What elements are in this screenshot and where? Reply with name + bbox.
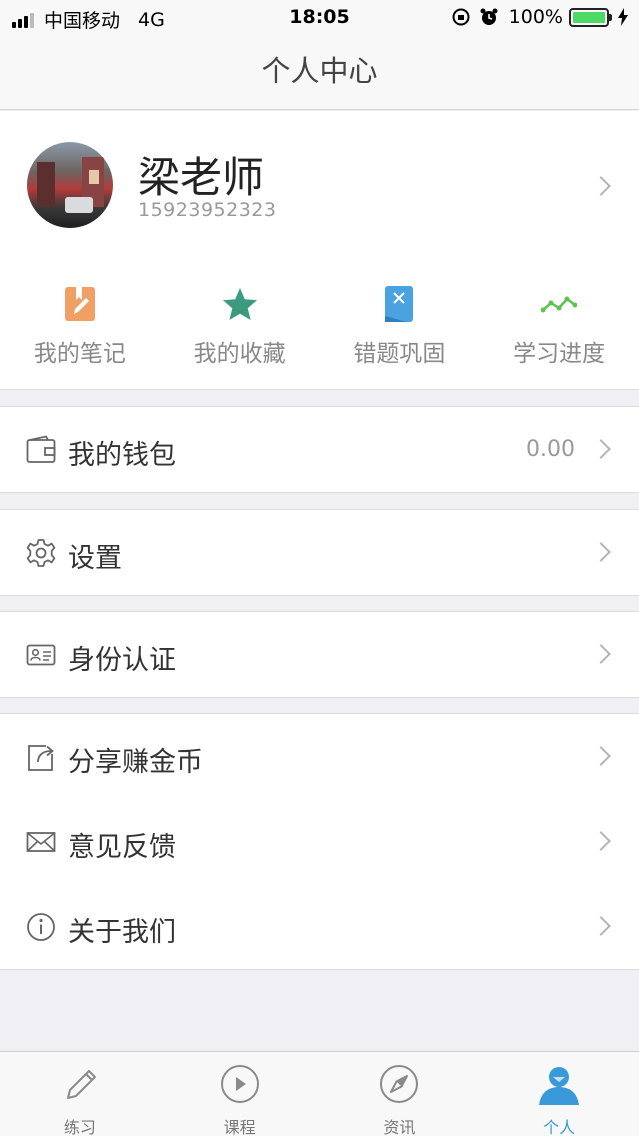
person-icon [539,1067,580,1105]
menu-item-about[interactable]: 关于我们 [0,884,639,969]
menu-label: 身份认证 [68,645,176,676]
menu-item-wallet[interactable]: 我的钱包 0.00 [0,407,639,492]
shortcut-label: 我的笔记 [33,341,126,367]
chevron-right-icon [591,644,611,664]
chevron-right-icon [591,746,611,766]
battery-percent: 100% [508,6,563,28]
user-name: 梁老师 [138,153,265,202]
wallet-icon [26,435,56,463]
gear-icon [26,539,56,567]
tab-label: 资讯 [383,1118,416,1136]
tab-courses[interactable]: 课程 [160,1052,320,1136]
menu-item-feedback[interactable]: 意见反馈 [0,799,639,884]
settings-group: 设置 [0,509,639,596]
shortcut-label: 我的收藏 [193,341,286,367]
menu-item-settings[interactable]: 设置 [0,510,639,595]
menu-label: 关于我们 [68,917,176,948]
alarm-icon [480,8,498,25]
wallet-balance: 0.00 [526,437,575,462]
user-phone: 15923952323 [138,199,277,221]
tab-news[interactable]: 资讯 [320,1052,480,1136]
menu-item-identity[interactable]: 身份认证 [0,612,639,697]
battery-icon [569,7,612,27]
chevron-right-icon [591,916,611,936]
avatar [27,142,113,228]
status-right: 100% [451,6,629,28]
menu-label: 我的钱包 [68,440,176,471]
menu-label: 设置 [68,543,122,574]
share-icon [28,745,54,771]
rotation-lock-icon [452,8,470,26]
shortcut-notes[interactable]: 我的笔记 [0,286,160,371]
star-icon [222,288,257,320]
wallet-group: 我的钱包 0.00 [0,406,639,493]
chevron-right-icon [591,439,611,459]
misc-group: 分享赚金币 意见反馈 关于我们 [0,713,639,970]
chevron-right-icon [591,831,611,851]
shortcut-label: 错题巩固 [353,341,446,367]
nav-bar: 个人中心 [0,36,639,110]
compass-icon [380,1065,419,1103]
status-bar: 中国移动 4G 18:05 100% [0,0,639,36]
menu-item-share[interactable]: 分享赚金币 [0,714,639,799]
menu-label: 分享赚金币 [68,747,203,778]
tab-practice[interactable]: 练习 [0,1052,160,1136]
pencil-icon [66,1070,96,1099]
chevron-right-icon [591,176,611,196]
shortcut-bar: 我的笔记 我的收藏 错题巩固 学习进度 [0,286,639,371]
tab-label: 练习 [63,1118,96,1136]
profile-header[interactable]: 梁老师 15923952323 [0,111,639,261]
tab-bar: 练习 课程 资讯 个人 [0,1051,639,1136]
shortcut-wrong-questions[interactable]: 错题巩固 [320,286,480,371]
page-title: 个人中心 [261,54,378,88]
tab-profile[interactable]: 个人 [479,1052,639,1136]
info-icon [27,913,55,941]
shortcut-label: 学习进度 [513,341,606,367]
tab-label: 课程 [223,1118,256,1136]
progress-icon [541,296,578,313]
menu-label: 意见反馈 [68,832,176,863]
tab-label: 个人 [543,1118,576,1136]
wrong-questions-icon [385,286,414,322]
charging-icon [618,8,628,26]
identity-group: 身份认证 [0,611,639,698]
mail-icon [26,832,56,852]
shortcut-progress[interactable]: 学习进度 [479,286,639,371]
chevron-right-icon [591,542,611,562]
notes-icon [64,287,95,321]
shortcut-favorites[interactable]: 我的收藏 [160,286,320,371]
profile-card: 梁老师 15923952323 我的笔记 我的收藏 错题巩固 学习进度 [0,111,639,390]
id-card-icon [26,644,56,666]
play-icon [220,1065,259,1103]
